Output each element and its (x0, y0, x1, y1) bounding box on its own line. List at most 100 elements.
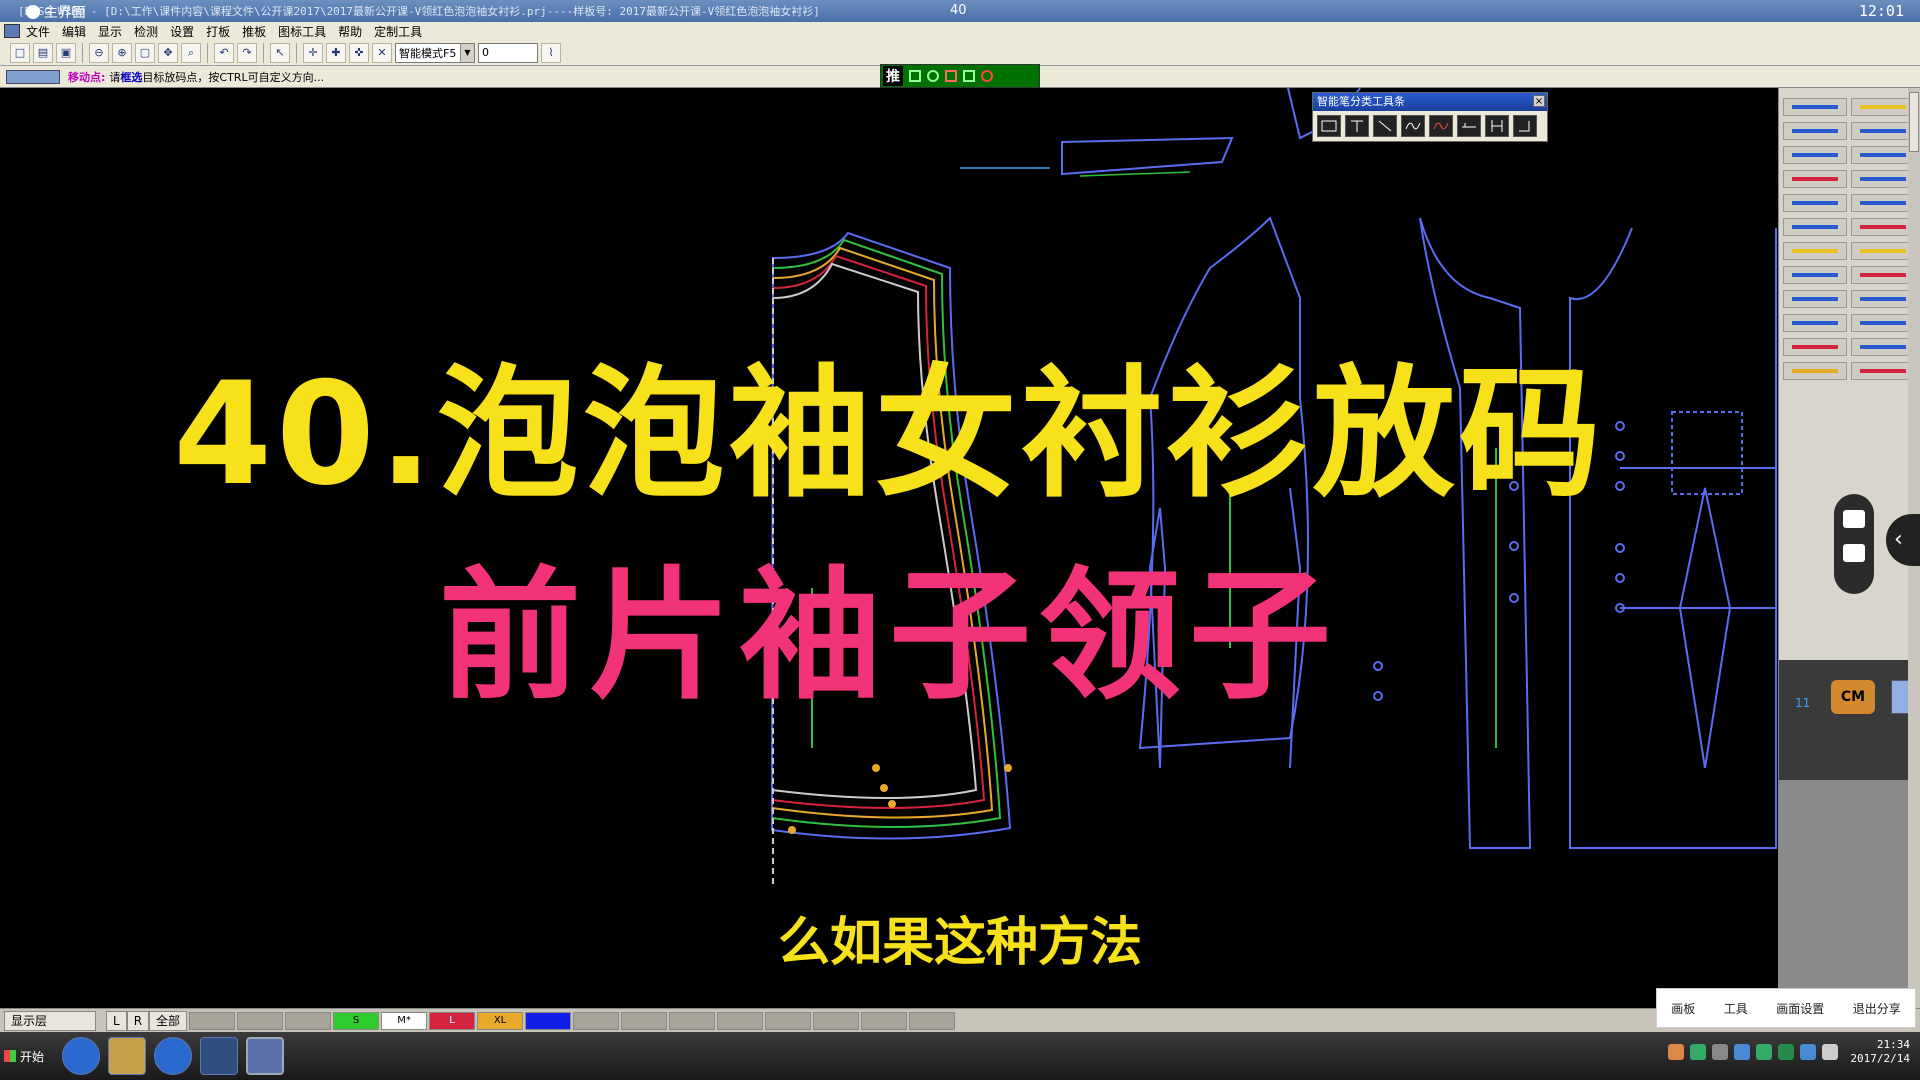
size-XL-chip[interactable]: XL (477, 1011, 524, 1030)
menu-settings[interactable]: 设置 (164, 23, 200, 40)
size-S-chip[interactable]: S (333, 1011, 380, 1030)
share-exit-button[interactable]: 退出分享 (1853, 1000, 1901, 1017)
rect-tool-icon[interactable] (1317, 115, 1341, 137)
push-label[interactable]: 推 (883, 66, 903, 86)
menu-view[interactable]: 显示 (92, 23, 128, 40)
grade-tool-24[interactable] (1851, 362, 1915, 380)
grade-tool-12[interactable] (1851, 218, 1915, 236)
ie-icon[interactable] (154, 1037, 192, 1075)
menu-icon-tools[interactable]: 图标工具 (272, 23, 332, 40)
grade-copy-button[interactable]: ✜ (349, 42, 369, 63)
grade-tool-1[interactable] (1783, 98, 1847, 116)
grade-tool-3[interactable] (1783, 122, 1847, 140)
volume-icon[interactable] (1822, 1044, 1839, 1060)
select-tool-button[interactable]: ↖ (270, 42, 290, 63)
tray-icon[interactable] (1800, 1044, 1817, 1060)
text-tool-icon[interactable] (1345, 115, 1369, 137)
menu-custom-tools[interactable]: 定制工具 (368, 23, 428, 40)
floating-capsule[interactable] (1834, 494, 1874, 594)
grade-tool-15[interactable] (1783, 266, 1847, 284)
mode-select[interactable]: 智能模式F5 ▼ (395, 42, 475, 63)
height-tool-icon[interactable] (1485, 115, 1509, 137)
grade-tool-4[interactable] (1851, 122, 1915, 140)
scrollbar-thumb[interactable] (1909, 92, 1919, 152)
menu-grading[interactable]: 推板 (236, 23, 272, 40)
grade-tool-14[interactable] (1851, 242, 1915, 260)
menu-file[interactable]: 文件 (20, 23, 56, 40)
calculator-icon[interactable] (1891, 680, 1909, 714)
grade-tool-18[interactable] (1851, 290, 1915, 308)
app-icon[interactable] (200, 1037, 238, 1075)
grade-tool-19[interactable] (1783, 314, 1847, 332)
size-L-chip[interactable]: L (429, 1011, 476, 1030)
measure-button[interactable]: ⌇ (541, 42, 561, 63)
menu-pattern[interactable]: 打板 (200, 23, 236, 40)
size-blue-chip[interactable] (525, 1011, 572, 1030)
push-dot-icon[interactable] (981, 70, 993, 82)
cad-app-icon[interactable] (246, 1037, 284, 1075)
wave-tool-icon[interactable] (1429, 115, 1453, 137)
line-tool-icon[interactable] (1373, 115, 1397, 137)
grade-tool-5[interactable] (1783, 146, 1847, 164)
tray-icon[interactable] (1778, 1044, 1795, 1060)
grade-tool-17[interactable] (1783, 290, 1847, 308)
browser-icon[interactable] (62, 1037, 100, 1075)
pan-button[interactable]: ✥ (158, 42, 178, 63)
tray-icon[interactable] (1712, 1044, 1729, 1060)
open-file-button[interactable]: ▤ (33, 42, 53, 63)
layer-all-button[interactable]: 全部 (149, 1010, 188, 1031)
curve-tool-icon[interactable] (1401, 115, 1425, 137)
display-layer-button[interactable]: 显示层 (4, 1010, 96, 1031)
zoom-out-button[interactable]: ⊖ (89, 42, 109, 63)
tray-icon[interactable] (1734, 1044, 1751, 1060)
menu-edit[interactable]: 编辑 (56, 23, 92, 40)
tray-icon[interactable] (1690, 1044, 1707, 1060)
menu-help[interactable]: 帮助 (332, 23, 368, 40)
grade-tool-23[interactable] (1783, 362, 1847, 380)
share-tools-button[interactable]: 工具 (1724, 1000, 1748, 1017)
tray-icon[interactable] (1756, 1044, 1773, 1060)
layer-L-button[interactable]: L (106, 1010, 127, 1031)
grade-tool-13[interactable] (1783, 242, 1847, 260)
layer-R-button[interactable]: R (126, 1010, 150, 1031)
grade-tool-2[interactable] (1851, 98, 1915, 116)
menu-check[interactable]: 检测 (128, 23, 164, 40)
corner-tool-icon[interactable] (1513, 115, 1537, 137)
save-file-button[interactable]: ▣ (56, 42, 76, 63)
close-icon[interactable]: × (1533, 95, 1545, 107)
grade-clear-button[interactable]: ✕ (372, 42, 392, 63)
push-cross-icon[interactable] (945, 70, 957, 82)
grade-tool-16[interactable] (1851, 266, 1915, 284)
grade-tool-20[interactable] (1851, 314, 1915, 332)
screen-icon[interactable] (1843, 510, 1865, 528)
lock-icon[interactable] (1843, 544, 1865, 562)
share-settings-button[interactable]: 画面设置 (1776, 1000, 1824, 1017)
start-button[interactable]: 开始 (4, 1036, 54, 1076)
home-button[interactable]: 主界面 (26, 2, 86, 22)
grade-tool-21[interactable] (1783, 338, 1847, 356)
undo-button[interactable]: ↶ (214, 42, 234, 63)
grade-point-button[interactable]: ✛ (303, 42, 323, 63)
grade-tool-7[interactable] (1783, 170, 1847, 188)
push-rect-icon[interactable] (909, 70, 921, 82)
grade-tool-11[interactable] (1783, 218, 1847, 236)
grade-tool-6[interactable] (1851, 146, 1915, 164)
share-canvas-button[interactable]: 画板 (1671, 1000, 1695, 1017)
value-input[interactable]: 0 (478, 42, 538, 63)
size-M-chip[interactable]: M* (381, 1011, 428, 1030)
grade-tool-22[interactable] (1851, 338, 1915, 356)
zoom-window-button[interactable]: ⌕ (181, 42, 201, 63)
redo-button[interactable]: ↷ (237, 42, 257, 63)
zoom-in-button[interactable]: ⊕ (112, 42, 132, 63)
grade-tool-8[interactable] (1851, 170, 1915, 188)
tray-icon[interactable] (1668, 1044, 1685, 1060)
grade-tool-9[interactable] (1783, 194, 1847, 212)
zoom-fit-button[interactable]: ▢ (135, 42, 155, 63)
push-point-icon[interactable] (927, 70, 939, 82)
align-tool-icon[interactable] (1457, 115, 1481, 137)
unit-cm-button[interactable]: CM (1831, 680, 1875, 714)
grade-align-button[interactable]: ✚ (326, 42, 346, 63)
push-arrow-icon[interactable] (963, 70, 975, 82)
new-file-button[interactable]: □ (10, 42, 30, 63)
file-explorer-icon[interactable] (108, 1037, 146, 1075)
